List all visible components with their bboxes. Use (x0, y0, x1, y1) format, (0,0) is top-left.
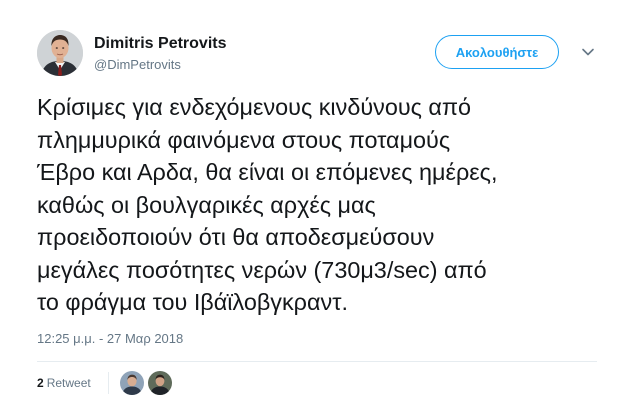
tweet-text-line: Κρίσιμες για ενδεχόμενους κινδύνους από (37, 94, 472, 120)
follow-button[interactable]: Ακολουθήστε (435, 35, 559, 69)
tweet-text-line: Έβρο και Αρδα, θα είναι οι επόμενες ημέρ… (37, 159, 498, 185)
tweet-text: Κρίσιμες για ενδεχόμενους κινδύνους από … (37, 91, 597, 319)
retweet-stat[interactable]: 2 Retweet (37, 376, 91, 390)
chevron-down-icon[interactable] (580, 44, 596, 60)
tweet-timestamp[interactable]: 12:25 μ.μ. - 27 Μαρ 2018 (37, 331, 183, 346)
author-name[interactable]: Dimitris Petrovits (94, 35, 226, 53)
retweeter-photo-icon (148, 371, 172, 395)
tweet-text-line: πλημμυρικά φαινόμενα στους ποταμούς (37, 126, 451, 153)
divider (37, 361, 597, 362)
tweet-text-line: καθώς οι βουλγαρικές αρχές μας (37, 191, 376, 218)
stats-divider (108, 372, 109, 394)
tweet-text-line: το φράγμα του Ιβάϊλοβγκραντ. (37, 289, 348, 315)
tweet-text-line: προειδοποιούν ότι θα αποδεσμεύσουν (37, 224, 435, 250)
author-handle[interactable]: @DimPetrovits (94, 57, 181, 72)
retweet-count: 2 (37, 376, 44, 390)
retweet-label: Retweet (46, 376, 91, 390)
tweet-card: Dimitris Petrovits @DimPetrovits Ακολουθ… (0, 0, 630, 410)
retweeter-photo-icon (120, 371, 144, 395)
author-avatar[interactable] (37, 30, 83, 76)
retweeter-avatar[interactable] (120, 371, 144, 395)
retweeter-avatar[interactable] (148, 371, 172, 395)
author-photo-icon (37, 30, 83, 76)
tweet-text-line: μεγάλες ποσότητες νερών (730μ3/sec) από (37, 256, 487, 283)
